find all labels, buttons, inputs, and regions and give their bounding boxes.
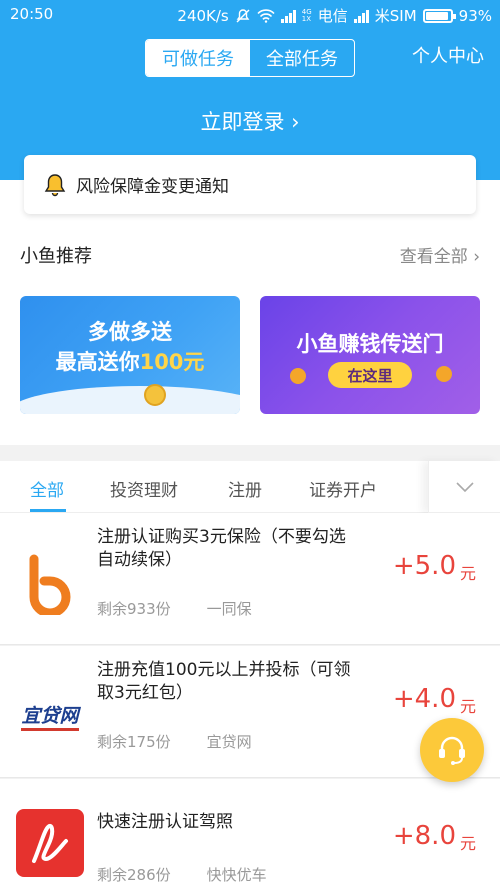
tab-register[interactable]: 注册 (228, 476, 262, 501)
status-right: 240K/s 4G 1X 电信 米SIM 93% (177, 5, 492, 26)
tab-available-tasks[interactable]: 可做任务 (146, 40, 250, 76)
banner-title: 小鱼赚钱传送门 (296, 332, 444, 356)
task-meta: 剩余175份 宜贷网 (97, 731, 252, 752)
customer-service-button[interactable] (420, 718, 484, 782)
notice-text: 风险保障金变更通知 (76, 177, 229, 197)
signal-icon-2 (353, 9, 369, 23)
task-remaining: 剩余286份 (97, 866, 171, 884)
signal-icon (280, 9, 296, 23)
coin-icon (436, 366, 452, 382)
banner-line2-prefix: 最高送你 (55, 350, 140, 374)
tab-securities[interactable]: 证券开户 (309, 476, 377, 501)
yitongbao-logo (16, 549, 84, 617)
carrier-1: 电信 (317, 7, 348, 25)
coin-icon (144, 384, 166, 406)
banner-line2: 最高送你100元 (20, 346, 240, 376)
battery-percent: 93% (458, 6, 492, 25)
kuaikuaiyouche-logo (16, 809, 84, 877)
banner-highlight: 100元 (139, 350, 205, 374)
bell-icon (44, 173, 66, 196)
task-reward: +4.0 (392, 684, 456, 714)
status-time: 20:50 (10, 5, 54, 23)
expand-tabs-button[interactable] (428, 461, 500, 513)
task-title: 注册充值100元以上并投标（可领取3元红包） (97, 660, 351, 703)
task-title: 快速注册认证驾照 (97, 812, 233, 832)
net-badge: 4G 1X (301, 7, 312, 23)
tab-investment[interactable]: 投资理财 (110, 476, 178, 501)
task-remaining: 剩余175份 (97, 733, 171, 751)
status-bar: 20:50 240K/s 4G 1X 电信 米SIM 93% (0, 0, 500, 28)
task-item[interactable]: 注册认证购买3元保险（不要勾选自动续保） 剩余933份 一同保 +5.0 元 (0, 513, 500, 645)
wifi-icon (257, 8, 275, 23)
task-reward: +8.0 (392, 821, 456, 851)
mute-icon (236, 8, 250, 22)
task-title: 注册认证购买3元保险（不要勾选自动续保） (97, 527, 346, 570)
task-reward-unit: 元 (459, 697, 476, 716)
here-button[interactable]: 在这里 (328, 362, 412, 388)
carrier-2: 米SIM (374, 7, 417, 25)
task-source: 宜贷网 (206, 733, 252, 751)
task-source: 一同保 (206, 600, 252, 618)
yidaiwang-logo: 宜贷网 (16, 682, 84, 750)
task-reward-unit: 元 (459, 564, 476, 583)
task-segment: 可做任务 全部任务 (145, 39, 355, 77)
promo-banner-reward[interactable]: 多做多送 最高送你100元 (20, 296, 240, 414)
tab-all[interactable]: 全部 (30, 476, 64, 501)
chevron-down-icon (455, 482, 474, 493)
battery-icon (422, 8, 456, 23)
filter-tabs: 全部 投资理财 注册 证券开户 (0, 461, 500, 513)
task-reward: +5.0 (392, 551, 456, 581)
tab-all-tasks[interactable]: 全部任务 (250, 40, 354, 76)
promo-banner-portal[interactable]: 小鱼赚钱传送门 在这里 (260, 296, 480, 414)
banner-line1: 多做多送 (88, 320, 172, 344)
recommend-title: 小鱼推荐 (20, 246, 92, 267)
recommend-section: 小鱼推荐 查看全部 › 多做多送 最高送你100元 小鱼赚钱传送门 在这里 (0, 180, 500, 445)
active-tab-indicator (30, 509, 66, 512)
task-meta: 剩余286份 快快优车 (97, 864, 267, 885)
task-reward-unit: 元 (459, 834, 476, 853)
task-meta: 剩余933份 一同保 (97, 598, 252, 619)
view-all-link[interactable]: 查看全部 › (400, 242, 480, 267)
risk-notice[interactable]: 风险保障金变更通知 (24, 155, 476, 214)
banner-wave (20, 386, 240, 414)
task-remaining: 剩余933份 (97, 600, 171, 618)
login-link[interactable]: 立即登录 › (0, 106, 500, 136)
headset-icon (439, 736, 465, 765)
task-item[interactable]: 快速注册认证驾照 剩余286份 快快优车 +8.0 元 (0, 779, 500, 889)
personal-center-link[interactable]: 个人中心 (412, 42, 484, 68)
net-speed: 240K/s (177, 6, 229, 25)
task-source: 快快优车 (206, 866, 267, 884)
coin-icon (290, 368, 306, 384)
